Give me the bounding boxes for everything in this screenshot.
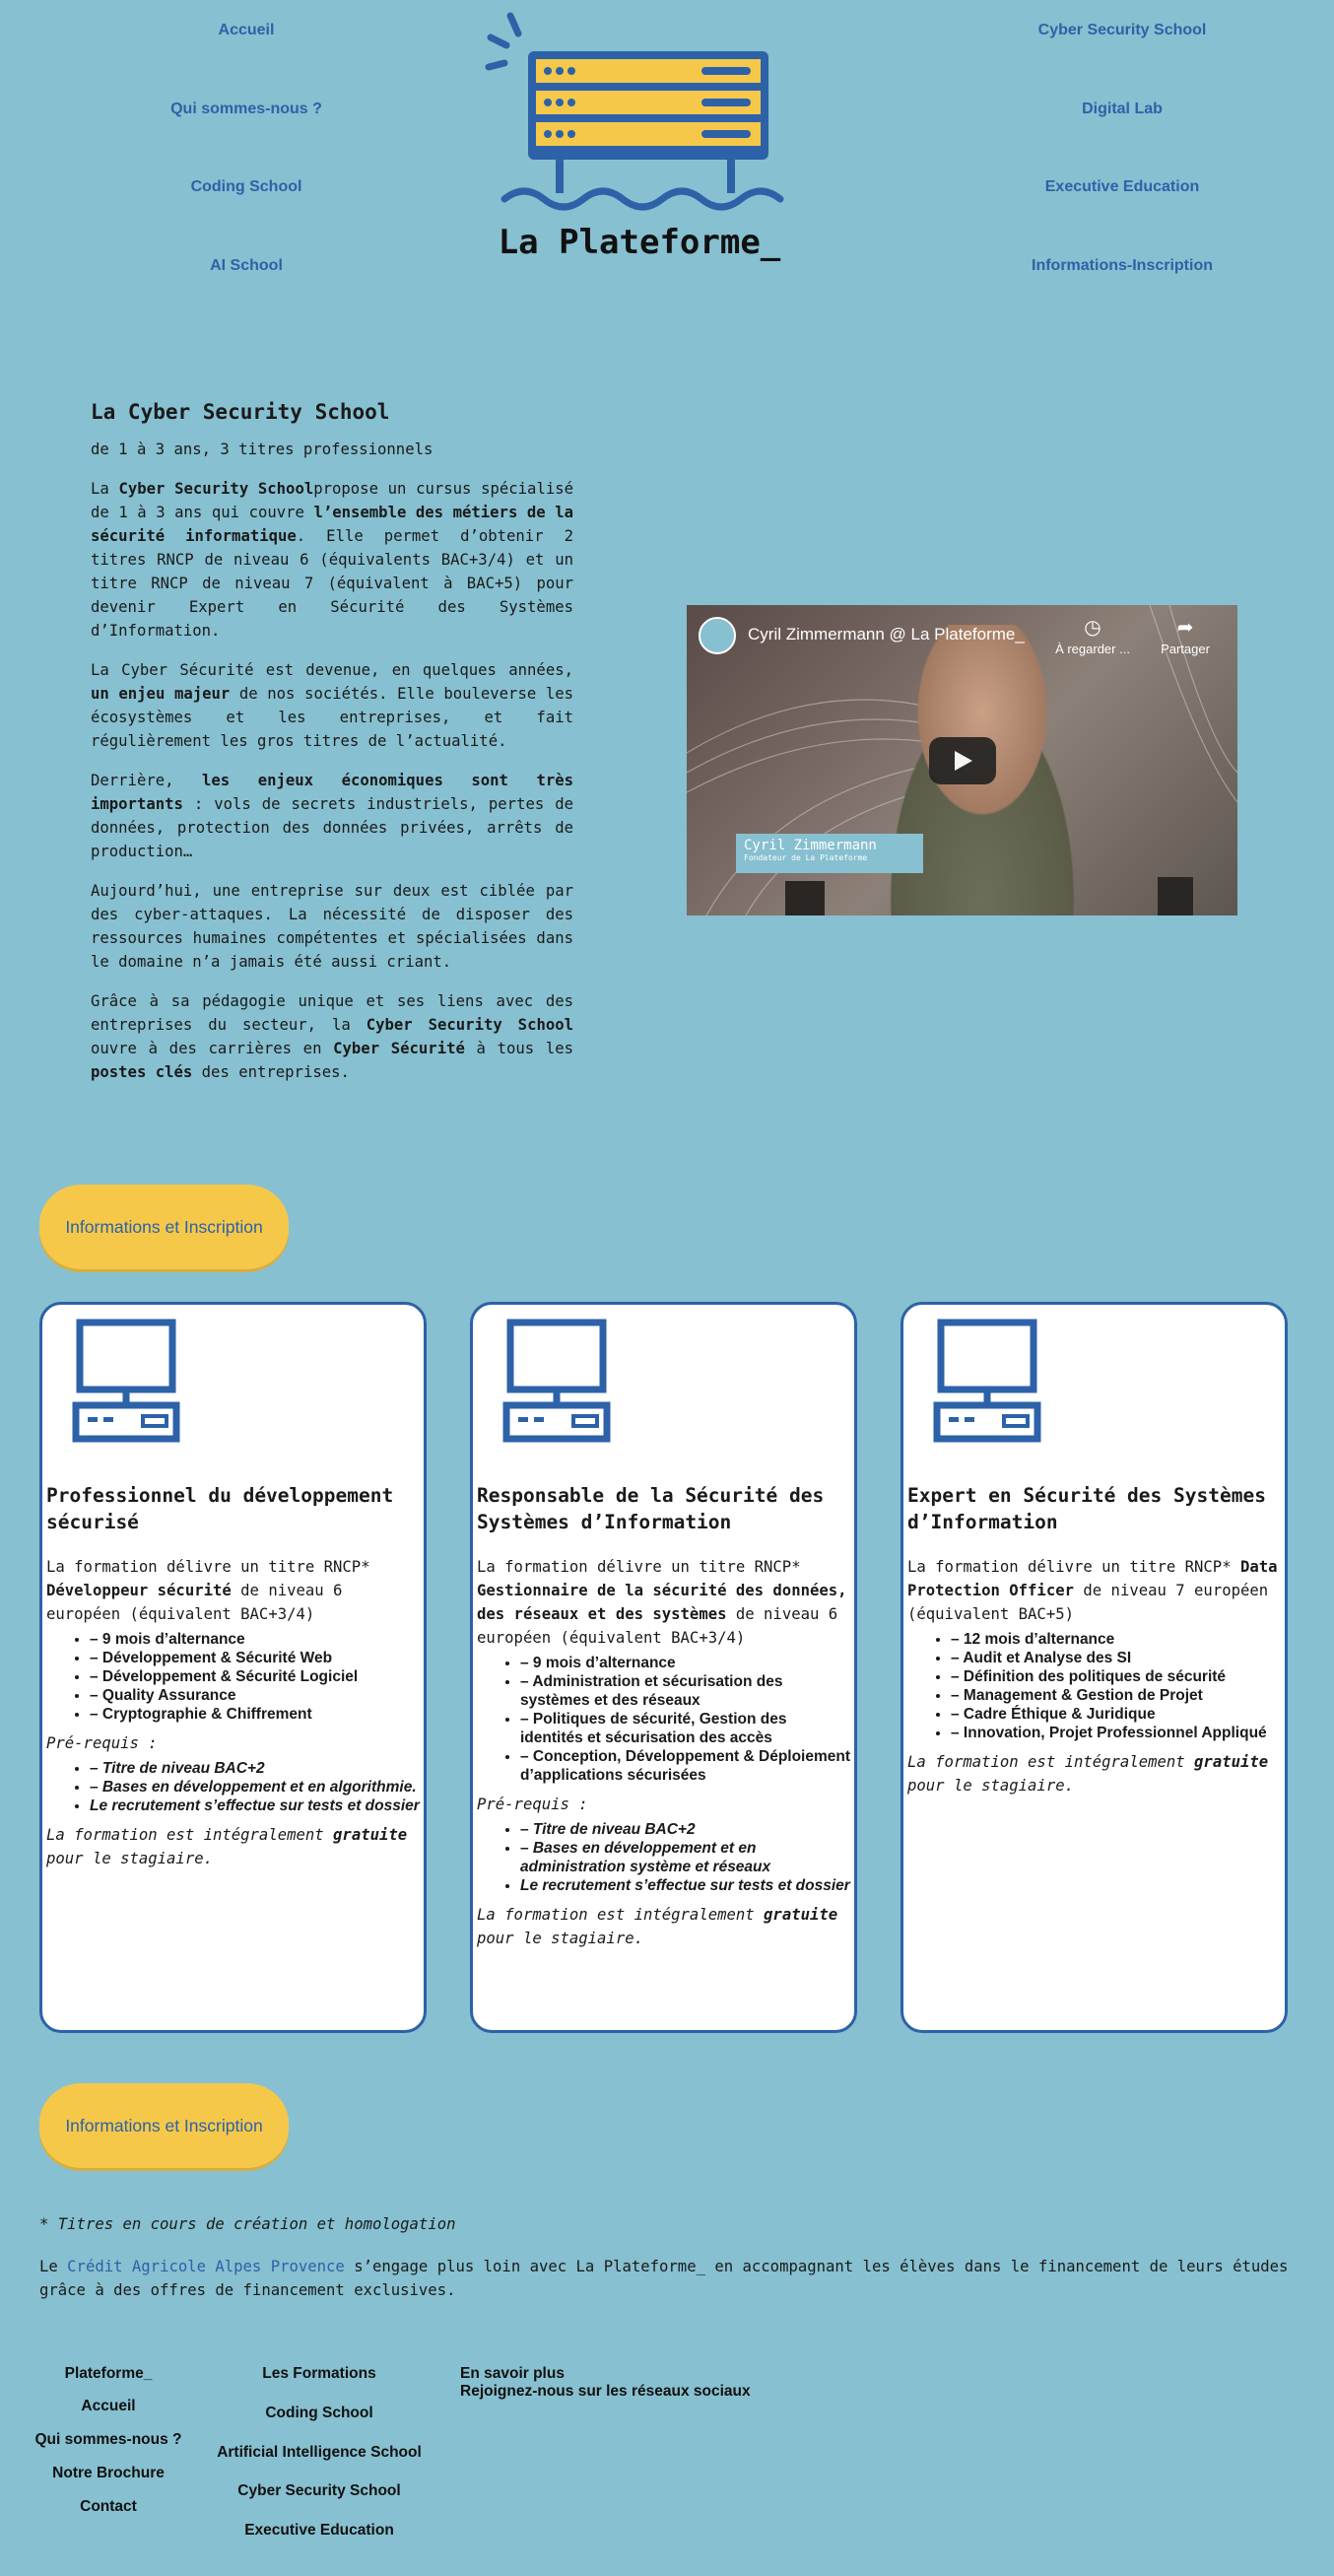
list-item: – 9 mois d’alternance [520,1654,853,1672]
course-title: Expert en Sécurité des Systèmes d’Inform… [907,1484,1266,1533]
list-item: – Cryptographie & Chiffrement [90,1705,423,1724]
share-icon: ➦ [1176,617,1194,639]
computer-icon [72,1319,180,1443]
footer-ai-school-link[interactable]: Artificial Intelligence School [202,2444,436,2462]
list-item: – Bases en développement et en algorithm… [90,1778,423,1796]
nav-coding-school[interactable]: Coding School [99,178,394,196]
free-note: La formation est intégralement gratuite … [907,1753,1269,1795]
computer-icon [933,1319,1041,1443]
prereq-label: Pré-requis : [46,1734,158,1752]
nav-accueil[interactable]: Accueil [99,22,394,39]
informations-inscription-button[interactable]: Informations et Inscription [39,1185,289,1269]
free-note: La formation est intégralement gratuite … [477,1906,838,1947]
list-item: – Titre de niveau BAC+2 [90,1759,423,1778]
intro-paragraph-1: La Cyber Security Schoolpropose un cursu… [91,480,574,640]
course-card-rssi: Responsable de la Sécurité des Systèmes … [470,1302,857,2033]
list-item: – Titre de niveau BAC+2 [520,1820,853,1839]
footer-coding-school-link[interactable]: Coding School [202,2405,436,2422]
list-item: Le recrutement s’effectue sur tests et d… [520,1876,853,1895]
play-button[interactable] [929,737,996,784]
course-items: – 9 mois d’alternance – Administration e… [520,1654,853,1785]
course-intro: La formation délivre un titre RNCP* Gest… [477,1558,847,1647]
course-intro: La formation délivre un titre RNCP* Déve… [46,1558,370,1623]
list-item: – Administration et sécurisation des sys… [520,1672,853,1710]
course-items: – 9 mois d’alternance – Développement & … [90,1630,423,1724]
footer-plateforme: Plateforme_ [64,2365,153,2382]
course-intro: La formation délivre un titre RNCP* Data… [907,1558,1278,1623]
list-item: – Cadre Éthique & Juridique [951,1705,1284,1724]
course-items: – 12 mois d’alternance – Audit et Analys… [951,1630,1284,1742]
footer-qui-sommes-nous-link[interactable]: Qui sommes-nous ? [20,2431,197,2449]
course-card-expert: Expert en Sécurité des Systèmes d’Inform… [900,1302,1288,2033]
list-item: – Bases en développement et en administr… [520,1839,853,1876]
share-button[interactable]: ➦ Partager [1146,615,1225,656]
nav-ai-school[interactable]: AI School [99,257,394,275]
list-item: – 9 mois d’alternance [90,1630,423,1649]
credit-agricole-link[interactable]: Crédit Agricole Alpes Provence [67,2258,345,2275]
nav-executive-education[interactable]: Executive Education [974,178,1270,196]
intro-paragraph-2: La Cyber Sécurité est devenue, en quelqu… [91,661,573,750]
footer-en-savoir-plus: En savoir plus [460,2365,565,2382]
footer-contact-link[interactable]: Contact [20,2498,197,2516]
video-title[interactable]: Cyril Zimmermann @ La Plateforme_ [748,625,1025,644]
footer-brochure-link[interactable]: Notre Brochure [20,2465,197,2482]
list-item: – Développement & Sécurité Web [90,1649,423,1667]
watch-later-button[interactable]: ◷ À regarder ... [1053,615,1132,656]
list-item: – Conception, Développement & Déploiemen… [520,1747,853,1785]
prereq-label: Pré-requis : [477,1796,588,1813]
video-caption: Cyril Zimmermann Fondateur de La Platefo… [736,834,923,873]
footer-executive-education-link[interactable]: Executive Education [202,2522,436,2540]
list-item: – Innovation, Projet Professionnel Appli… [951,1724,1284,1742]
list-item: – Développement & Sécurité Logiciel [90,1667,423,1686]
list-item: Le recrutement s’effectue sur tests et d… [90,1796,423,1815]
credit-agricole-note: Le Crédit Agricole Alpes Provence s’enga… [39,2258,1289,2299]
prereq-items: – Titre de niveau BAC+2 – Bases en dével… [520,1820,853,1895]
course-title: Responsable de la Sécurité des Systèmes … [477,1484,825,1533]
list-item: – Politiques de sécurité, Gestion des id… [520,1710,853,1747]
nav-digital-lab[interactable]: Digital Lab [974,101,1270,118]
clock-icon: ◷ [1084,617,1101,639]
section-subtitle: de 1 à 3 ans, 3 titres professionnels [91,441,434,458]
nav-qui-sommes-nous[interactable]: Qui sommes-nous ? [99,101,394,118]
channel-avatar[interactable] [699,617,736,654]
nav-cyber-security-school[interactable]: Cyber Security School [974,22,1270,39]
section-title: La Cyber Security School [91,400,390,424]
intro-section: La Cyber Security School de 1 à 3 ans, 3… [91,400,573,1100]
prereq-items: – Titre de niveau BAC+2 – Bases en dével… [90,1759,423,1815]
footer-accueil-link[interactable]: Accueil [20,2398,197,2415]
list-item: – Management & Gestion de Projet [951,1686,1284,1705]
logo-text[interactable]: La Plateforme_ [477,223,802,262]
intro-paragraph-3: Derrière, les enjeux économiques sont tr… [91,772,573,860]
intro-paragraph-5: Grâce à sa pédagogie unique et ses liens… [91,992,574,1081]
nav-informations-inscription[interactable]: Informations-Inscription [974,257,1270,275]
video-embed[interactable]: Cyril Zimmermann @ La Plateforme_ ◷ À reg… [687,605,1237,915]
footer-social-networks: Rejoignez-nous sur les réseaux sociaux [460,2383,751,2400]
footnote: * Titres en cours de création et homolog… [39,2215,456,2233]
course-title: Professionnel du développement sécurisé [46,1484,394,1533]
list-item: – Définition des politiques de sécurité [951,1667,1284,1686]
list-item: – Audit et Analyse des SI [951,1649,1284,1667]
list-item: – Quality Assurance [90,1686,423,1705]
informations-inscription-button-bottom[interactable]: Informations et Inscription [39,2083,289,2168]
list-item: – 12 mois d’alternance [951,1630,1284,1649]
footer-cyber-security-link[interactable]: Cyber Security School [202,2482,436,2500]
course-card-developpement: Professionnel du développement sécurisé … [39,1302,427,2033]
free-note: La formation est intégralement gratuite … [46,1826,408,1867]
intro-paragraph-4: Aujourd’hui, une entreprise sur deux est… [91,882,573,971]
footer-formations: Les Formations [262,2365,376,2382]
computer-icon [502,1319,611,1443]
